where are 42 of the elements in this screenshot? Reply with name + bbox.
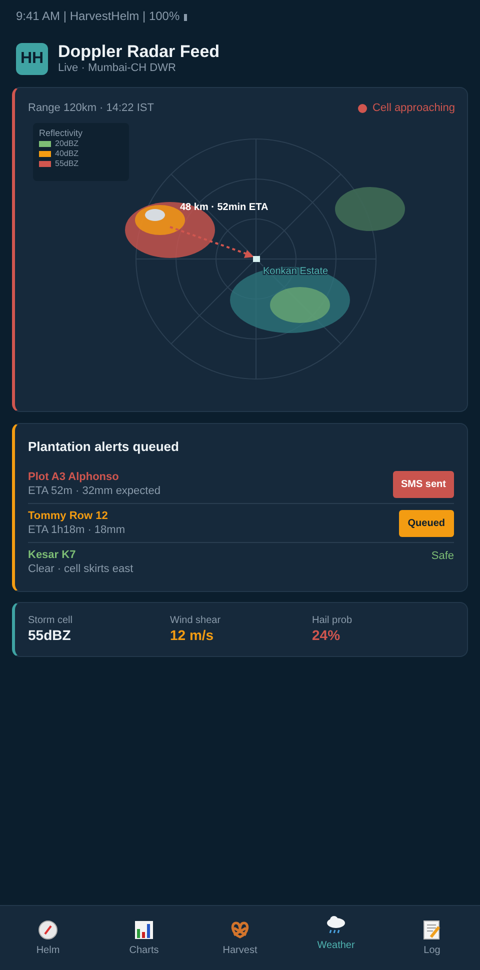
range-text: Range 120km · 14:22 IST	[28, 101, 154, 116]
hail-core	[145, 209, 165, 221]
stat-label: Storm cell	[28, 614, 74, 626]
legend-label: 55dBZ	[55, 158, 79, 170]
page-subtitle: Live · Mumbai-CH DWR	[58, 62, 177, 75]
plot-name: Tommy Row 12	[28, 508, 109, 522]
tab-button[interactable]: Log	[397, 906, 467, 958]
status-badge: SMS sent	[392, 470, 454, 498]
notepad-icon	[421, 919, 443, 941]
bar-chart-icon	[133, 919, 155, 941]
stat-value: 55dBZ	[28, 626, 72, 644]
stat-value: 12 m/s	[170, 626, 215, 644]
app-logo: HH	[16, 42, 48, 74]
tab-button[interactable]: Charts	[109, 906, 179, 958]
stat-label: Wind shear	[170, 614, 222, 626]
battery-icon	[184, 14, 187, 20]
plot-name: Plot A3 Alphonso	[28, 470, 120, 484]
alerts-title: Plantation alerts queued	[28, 438, 180, 456]
stat-value: 24%	[312, 626, 342, 644]
plot-detail: ETA 52m · 32mm expected	[28, 484, 160, 498]
status-badge: Queued	[398, 510, 454, 536]
status-text: 9:41 AM | HarvestHelm | 100%	[16, 8, 180, 25]
legend-label: 20dBZ	[55, 138, 79, 150]
legend-title: Reflectivity	[39, 128, 84, 139]
plot-detail: ETA 1h18m · 18mm	[28, 522, 125, 536]
compass-icon	[37, 919, 59, 941]
plot-name: Kesar K7	[28, 548, 77, 562]
rain-cloud-icon	[325, 914, 347, 936]
light-echo	[270, 287, 330, 323]
status-text: Safe	[431, 548, 454, 564]
alert-text: Cell approaching	[372, 101, 455, 116]
tab-button[interactable]: Weather	[301, 906, 371, 953]
tab-button[interactable]: Harvest	[205, 906, 275, 958]
page-title: Doppler Radar Feed	[58, 42, 220, 62]
track-label: 48 km · 52min ETA	[180, 202, 268, 213]
weak-echo	[335, 187, 405, 231]
tab-button[interactable]: Helm	[13, 906, 83, 958]
plot-detail: Clear · cell skirts east	[28, 562, 134, 576]
stat-label: Hail prob	[312, 614, 354, 626]
pretzel-icon	[229, 919, 251, 941]
legend-label: 40dBZ	[55, 148, 79, 160]
site-marker	[253, 256, 260, 262]
